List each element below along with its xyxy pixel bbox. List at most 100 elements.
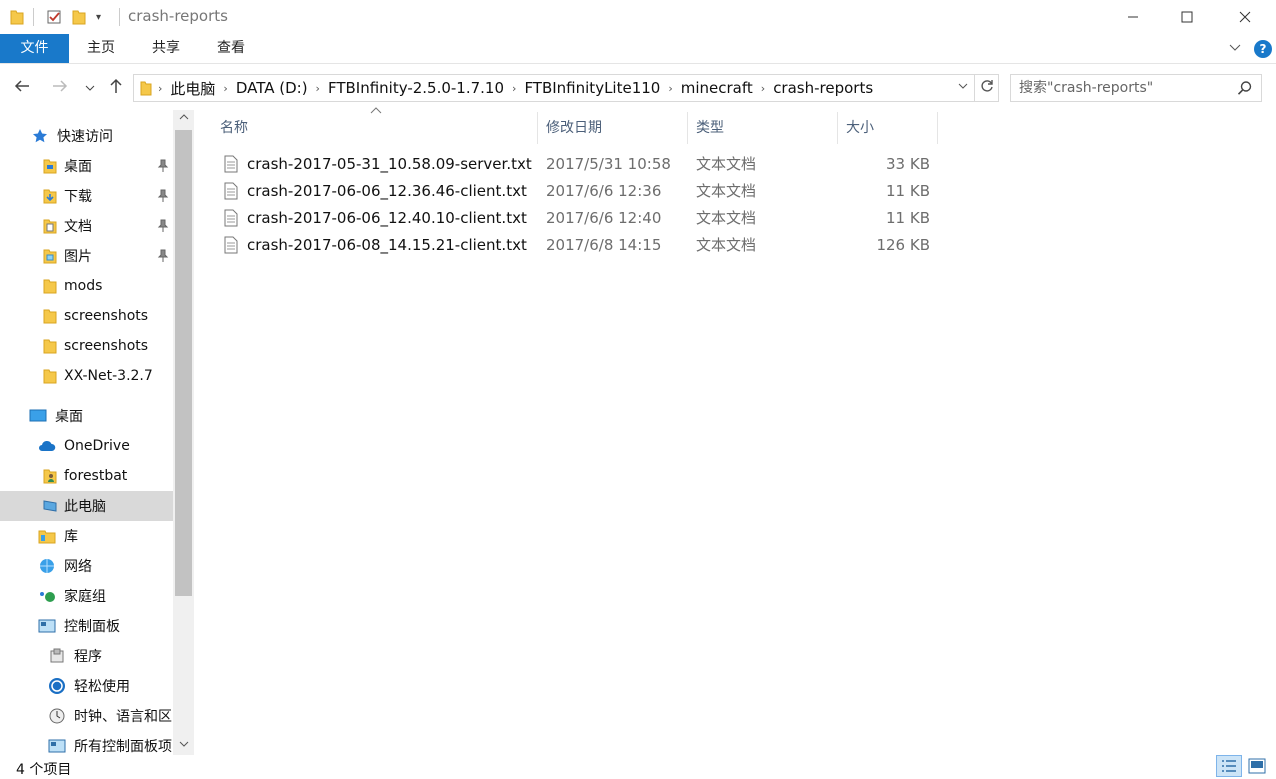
sidebar-item-quick-access[interactable]: 快速访问 — [0, 121, 173, 151]
documents-folder-icon — [41, 217, 59, 235]
sidebar-item-screenshots[interactable]: screenshots — [0, 331, 173, 361]
file-type: 文本文档 — [696, 209, 757, 227]
sidebar-item-label: 轻松使用 — [74, 679, 130, 695]
sidebar-item-xx-net[interactable]: XX-Net-3.2.7 — [0, 361, 173, 391]
column-header-type[interactable]: 类型 — [688, 112, 838, 144]
sidebar-item-label: 桌面 — [64, 159, 92, 175]
breadcrumb-item[interactable]: minecraft — [675, 79, 759, 97]
file-type: 文本文档 — [696, 155, 757, 173]
address-bar[interactable]: › 此电脑 › DATA (D:) › FTBInfinity-2.5.0-1.… — [133, 74, 999, 102]
up-button[interactable] — [106, 78, 126, 98]
close-icon — [1239, 11, 1251, 23]
column-header-size[interactable]: 大小 — [838, 112, 938, 144]
sidebar-item-desktop-pinned[interactable]: 桌面 — [0, 151, 173, 181]
search-box[interactable] — [1010, 74, 1262, 102]
sidebar-item-control-panel[interactable]: 控制面板 — [0, 611, 173, 641]
tab-share[interactable]: 共享 — [135, 34, 197, 63]
recent-locations-button[interactable] — [82, 78, 98, 98]
text-file-icon — [224, 209, 238, 227]
properties-icon[interactable] — [46, 8, 62, 26]
table-row[interactable]: crash-2017-06-08_14.15.21-client.txt 201… — [220, 232, 940, 259]
breadcrumb-item[interactable]: DATA (D:) — [230, 79, 314, 97]
sidebar-item-desktop[interactable]: 桌面 — [0, 401, 173, 431]
folder-icon — [134, 80, 156, 96]
chevron-right-icon: › — [315, 81, 320, 95]
sidebar-item-clock-language-region[interactable]: 时钟、语言和区 — [0, 701, 173, 731]
sidebar-item-label: 库 — [64, 529, 78, 545]
table-row[interactable]: crash-2017-05-31_10.58.09-server.txt 201… — [220, 151, 940, 178]
new-folder-icon[interactable] — [72, 8, 86, 26]
minimize-button[interactable] — [1104, 0, 1162, 34]
large-icons-view-icon — [1248, 758, 1266, 774]
sidebar-item-label: 时钟、语言和区 — [74, 709, 172, 725]
breadcrumb-item[interactable]: 此电脑 — [164, 78, 221, 99]
column-header-date[interactable]: 修改日期 — [538, 112, 688, 144]
tab-file[interactable]: 文件 — [0, 34, 69, 63]
refresh-button[interactable] — [974, 75, 998, 101]
sidebar-item-label: 家庭组 — [64, 589, 106, 605]
sidebar-item-documents[interactable]: 文档 — [0, 211, 173, 241]
sidebar-item-ease-of-access[interactable]: 轻松使用 — [0, 671, 173, 701]
sidebar-item-onedrive[interactable]: OneDrive — [0, 431, 173, 461]
file-name: crash-2017-06-08_14.15.21-client.txt — [247, 236, 527, 254]
sidebar-item-downloads[interactable]: 下载 — [0, 181, 173, 211]
details-view-button[interactable] — [1216, 755, 1242, 777]
chevron-down-icon — [179, 741, 188, 747]
file-name: crash-2017-06-06_12.36.46-client.txt — [247, 182, 527, 200]
network-icon — [38, 557, 56, 575]
table-row[interactable]: crash-2017-06-06_12.36.46-client.txt 201… — [220, 178, 940, 205]
text-file-icon — [224, 182, 238, 200]
control-panel-icon — [48, 737, 66, 755]
sidebar-item-mods[interactable]: mods — [0, 271, 173, 301]
scroll-down-button[interactable] — [173, 737, 194, 755]
breadcrumb-item[interactable]: FTBInfinity-2.5.0-1.7.10 — [322, 79, 510, 97]
address-history-button[interactable] — [950, 75, 974, 101]
arrow-up-icon — [110, 78, 122, 93]
sidebar-item-this-pc[interactable]: 此电脑 — [0, 491, 173, 521]
maximize-button[interactable] — [1158, 0, 1216, 34]
customize-toolbar-icon[interactable]: ▾ — [96, 8, 101, 26]
help-button[interactable]: ? — [1254, 40, 1272, 58]
sidebar-item-label: mods — [64, 278, 103, 294]
search-input[interactable] — [1019, 78, 1229, 98]
arrow-right-icon — [53, 80, 68, 92]
sidebar-item-screenshots[interactable]: screenshots — [0, 301, 173, 331]
sidebar-item-pictures[interactable]: 图片 — [0, 241, 173, 271]
expand-ribbon-button[interactable] — [1226, 40, 1244, 58]
breadcrumb-item[interactable]: crash-reports — [767, 79, 879, 97]
control-panel-icon — [38, 617, 56, 635]
file-date: 2017/5/31 10:58 — [546, 155, 671, 173]
file-type: 文本文档 — [696, 182, 757, 200]
close-button[interactable] — [1216, 0, 1274, 34]
table-row[interactable]: crash-2017-06-06_12.40.10-client.txt 201… — [220, 205, 940, 232]
forward-button[interactable] — [50, 78, 70, 98]
sidebar-item-network[interactable]: 网络 — [0, 551, 173, 581]
breadcrumb-item[interactable]: FTBInfinityLite110 — [518, 79, 666, 97]
sidebar-item-homegroup[interactable]: 家庭组 — [0, 581, 173, 611]
ribbon: 文件 主页 共享 查看 ? — [0, 34, 1276, 64]
large-icons-view-button[interactable] — [1244, 755, 1270, 777]
file-size: 11 KB — [886, 182, 930, 200]
computer-icon — [41, 497, 59, 515]
column-header-name[interactable]: 名称 — [212, 112, 538, 144]
back-button[interactable] — [12, 78, 32, 98]
file-size: 11 KB — [886, 209, 930, 227]
tab-view[interactable]: 查看 — [200, 34, 262, 63]
sidebar-item-forestbat[interactable]: forestbat — [0, 461, 173, 491]
chevron-right-icon: › — [668, 81, 673, 95]
sidebar-item-programs[interactable]: 程序 — [0, 641, 173, 671]
item-count: 4 个项目 — [16, 762, 72, 778]
sidebar-item-all-control-panel-items[interactable]: 所有控制面板项 — [0, 731, 173, 755]
pin-icon — [157, 159, 169, 173]
sidebar-item-label: 此电脑 — [64, 499, 106, 515]
sidebar-scrollbar[interactable] — [173, 110, 194, 755]
scroll-thumb[interactable] — [175, 130, 192, 596]
search-icon[interactable] — [1237, 80, 1253, 96]
desktop-icon — [29, 407, 47, 425]
chevron-right-icon: › — [512, 81, 517, 95]
sidebar-item-libraries[interactable]: 库 — [0, 521, 173, 551]
scroll-up-button[interactable] — [173, 110, 194, 128]
text-file-icon — [224, 155, 238, 173]
folder-icon — [41, 337, 59, 355]
tab-home[interactable]: 主页 — [71, 34, 131, 63]
